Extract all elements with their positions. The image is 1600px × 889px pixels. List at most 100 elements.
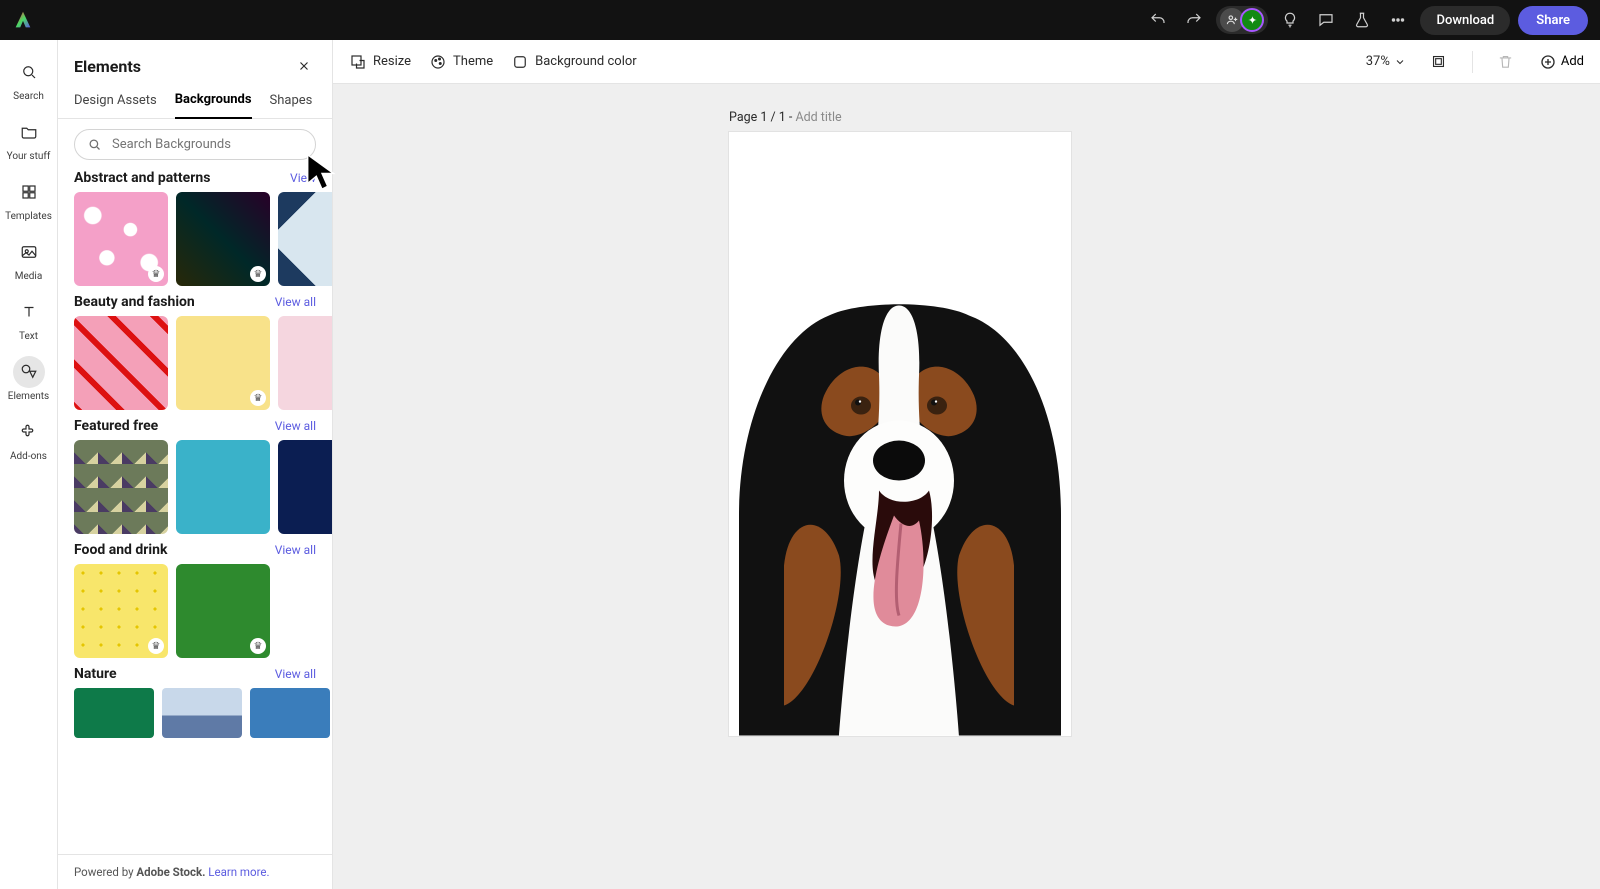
add-title-placeholder[interactable]: Add title	[795, 110, 841, 125]
plus-circle-icon	[1539, 53, 1557, 71]
artboard[interactable]	[729, 132, 1071, 736]
bg-thumb[interactable]	[162, 688, 242, 738]
rail-media[interactable]: Media	[0, 234, 57, 284]
tab-shapes[interactable]: Shapes	[270, 85, 313, 118]
add-label: Add	[1561, 54, 1584, 69]
bgcolor-icon	[511, 53, 529, 71]
add-button[interactable]: Add	[1539, 53, 1584, 71]
rail-elements-label: Elements	[8, 391, 49, 402]
redo-icon[interactable]	[1180, 6, 1208, 34]
canvas-toolbar: Resize Theme Background color 37% Add	[333, 40, 1600, 84]
footer-prefix: Powered by	[74, 865, 136, 879]
bg-thumb[interactable]	[278, 192, 332, 286]
page-label[interactable]: Page 1 / 1 - Add title	[729, 110, 842, 125]
rail-addons-label: Add-ons	[10, 451, 47, 462]
addons-icon	[13, 416, 45, 448]
section-beauty-viewall[interactable]: View all	[275, 295, 316, 309]
panel-scroll[interactable]: Abstract and patterns View ♛ ♛ Beauty an…	[58, 170, 332, 854]
premium-badge-icon: ♛	[250, 638, 266, 654]
bg-thumb[interactable]: ♛	[176, 192, 270, 286]
bg-thumb[interactable]	[74, 316, 168, 410]
bg-thumb[interactable]	[176, 440, 270, 534]
section-featured-viewall[interactable]: View all	[275, 419, 316, 433]
panel-title: Elements	[74, 57, 141, 76]
theme-label: Theme	[453, 54, 493, 69]
rail-search-label: Search	[13, 91, 44, 102]
search-icon	[13, 56, 45, 88]
zoom-control[interactable]: 37%	[1366, 54, 1406, 69]
beaker-icon[interactable]	[1348, 6, 1376, 34]
folder-icon	[13, 116, 45, 148]
chevron-down-icon	[1394, 56, 1406, 68]
section-featured-title: Featured free	[74, 418, 158, 434]
rail-addons[interactable]: Add-ons	[0, 414, 57, 464]
section-nature-viewall[interactable]: View all	[275, 667, 316, 681]
topbar: ✦ Download Share	[0, 0, 1600, 40]
download-button[interactable]: Download	[1420, 6, 1510, 35]
user-avatar-icon: ✦	[1240, 8, 1264, 32]
section-food-title: Food and drink	[74, 542, 167, 558]
section-beauty-title: Beauty and fashion	[74, 294, 195, 310]
premium-badge-icon: ♛	[148, 266, 164, 282]
media-icon	[13, 236, 45, 268]
rail-your-stuff-label: Your stuff	[7, 151, 51, 162]
share-button[interactable]: Share	[1518, 6, 1588, 35]
bg-thumb[interactable]	[74, 440, 168, 534]
more-icon[interactable]	[1384, 6, 1412, 34]
section-food-viewall[interactable]: View all	[275, 543, 316, 557]
footer-brand: Adobe Stock.	[136, 865, 205, 879]
bg-thumb[interactable]: ♛	[176, 316, 270, 410]
bg-thumb[interactable]: ♛	[74, 192, 168, 286]
bg-thumb[interactable]	[278, 440, 332, 534]
bg-thumb[interactable]	[278, 564, 332, 658]
text-icon	[13, 296, 45, 328]
panel-footer: Powered by Adobe Stock. Learn more.	[58, 854, 332, 889]
collaborators[interactable]: ✦	[1216, 6, 1268, 34]
bg-thumb[interactable]	[250, 688, 330, 738]
rail-media-label: Media	[15, 271, 43, 282]
tab-design-assets[interactable]: Design Assets	[74, 85, 157, 118]
search-icon	[87, 137, 102, 152]
fit-icon	[1430, 53, 1447, 70]
elements-panel: Elements Design Assets Backgrounds Shape…	[58, 40, 333, 889]
fit-button[interactable]	[1424, 47, 1454, 77]
canvas-area[interactable]: Page 1 / 1 - Add title	[333, 84, 1600, 889]
rail-search[interactable]: Search	[0, 54, 57, 104]
toolbar-separator	[1472, 51, 1473, 73]
resize-icon	[349, 53, 367, 71]
rail-elements[interactable]: Elements	[0, 354, 57, 404]
rail-templates[interactable]: Templates	[0, 174, 57, 224]
rail-your-stuff[interactable]: Your stuff	[0, 114, 57, 164]
canvas-wrap: Resize Theme Background color 37% Add	[333, 40, 1600, 889]
footer-learn-more-link[interactable]: Learn more.	[208, 865, 269, 879]
elements-icon	[13, 356, 45, 388]
search-backgrounds[interactable]	[74, 129, 316, 160]
theme-icon	[429, 53, 447, 71]
close-icon	[297, 59, 311, 73]
bg-thumb[interactable]: ♛	[176, 564, 270, 658]
undo-icon[interactable]	[1144, 6, 1172, 34]
lightbulb-icon[interactable]	[1276, 6, 1304, 34]
section-abstract-viewall[interactable]: View	[290, 171, 316, 185]
rail-text-label: Text	[19, 331, 38, 342]
resize-button[interactable]: Resize	[349, 53, 411, 71]
panel-close-button[interactable]	[292, 54, 316, 78]
bg-thumb[interactable]: ♛	[74, 564, 168, 658]
theme-button[interactable]: Theme	[429, 53, 493, 71]
premium-badge-icon: ♛	[250, 266, 266, 282]
app-logo[interactable]	[12, 9, 34, 31]
search-input[interactable]	[110, 136, 303, 153]
bg-thumb[interactable]	[74, 688, 154, 738]
trash-icon	[1497, 53, 1514, 70]
left-rail: Search Your stuff Templates Media Text E…	[0, 40, 58, 889]
bg-thumb[interactable]	[278, 316, 332, 410]
zoom-value: 37%	[1366, 54, 1390, 69]
comment-icon[interactable]	[1312, 6, 1340, 34]
main-row: Search Your stuff Templates Media Text E…	[0, 40, 1600, 889]
page-number: Page 1 / 1 -	[729, 110, 795, 125]
bgcolor-button[interactable]: Background color	[511, 53, 637, 71]
canvas-image-dog[interactable]	[729, 265, 1071, 736]
rail-text[interactable]: Text	[0, 294, 57, 344]
tab-backgrounds[interactable]: Backgrounds	[175, 84, 252, 119]
delete-button[interactable]	[1491, 47, 1521, 77]
